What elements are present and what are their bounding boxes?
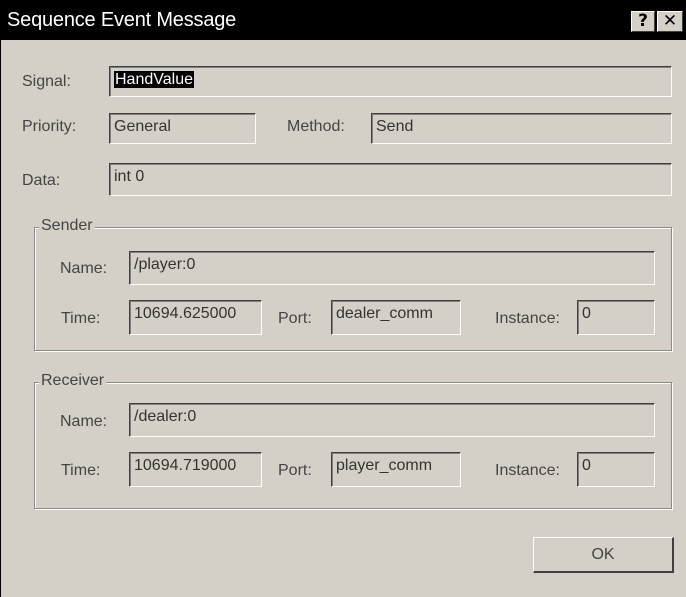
help-icon: ? (638, 11, 648, 31)
receiver-time-field[interactable]: 10694.719000 (129, 452, 262, 487)
signal-value: HandValue (114, 71, 194, 88)
receiver-name-label: Name: (60, 413, 108, 430)
receiver-time-label: Time: (61, 462, 101, 479)
sequence-event-message-dialog: Sequence Event Message ? ✕ Signal: HandV… (0, 0, 686, 597)
help-button[interactable]: ? (631, 11, 655, 32)
sender-instance-field[interactable]: 0 (577, 300, 655, 335)
receiver-name-field[interactable]: /dealer:0 (129, 403, 655, 437)
sender-port-value: dealer_comm (336, 305, 433, 322)
priority-field[interactable]: General (109, 113, 256, 144)
sender-name-field[interactable]: /player:0 (129, 251, 655, 285)
ok-button[interactable]: OK (533, 537, 674, 573)
method-label: Method: (287, 118, 345, 135)
sender-time-field[interactable]: 10694.625000 (129, 300, 262, 335)
receiver-name-value: /dealer:0 (134, 408, 197, 425)
ok-button-label: OK (591, 546, 615, 563)
window-title: Sequence Event Message (7, 9, 237, 31)
signal-label: Signal: (22, 73, 71, 90)
priority-value: General (114, 118, 171, 135)
sender-port-field[interactable]: dealer_comm (331, 300, 461, 335)
receiver-port-label: Port: (278, 462, 312, 479)
signal-field[interactable]: HandValue (109, 66, 672, 97)
sender-time-value: 10694.625000 (134, 305, 237, 322)
priority-label: Priority: (22, 118, 77, 135)
data-label: Data: (22, 172, 61, 189)
sender-group-title: Sender (39, 217, 95, 235)
sender-port-label: Port: (278, 310, 312, 327)
receiver-instance-label: Instance: (495, 462, 560, 479)
receiver-instance-field[interactable]: 0 (577, 452, 655, 487)
receiver-group (34, 382, 672, 509)
data-field[interactable]: int 0 (109, 163, 672, 196)
sender-instance-label: Instance: (495, 310, 560, 327)
method-value: Send (376, 118, 414, 135)
sender-time-label: Time: (61, 310, 101, 327)
method-field[interactable]: Send (371, 113, 672, 144)
close-icon: ✕ (662, 11, 678, 31)
receiver-group-title: Receiver (39, 372, 107, 390)
receiver-port-field[interactable]: player_comm (331, 452, 461, 487)
receiver-port-value: player_comm (336, 457, 433, 474)
receiver-instance-value: 0 (582, 457, 591, 474)
sender-name-value: /player:0 (134, 256, 196, 273)
sender-instance-value: 0 (582, 305, 591, 322)
title-bar[interactable]: Sequence Event Message ? ✕ (1, 0, 686, 40)
close-button[interactable]: ✕ (657, 11, 683, 32)
data-value: int 0 (114, 168, 145, 185)
sender-name-label: Name: (60, 260, 108, 277)
receiver-time-value: 10694.719000 (134, 457, 237, 474)
